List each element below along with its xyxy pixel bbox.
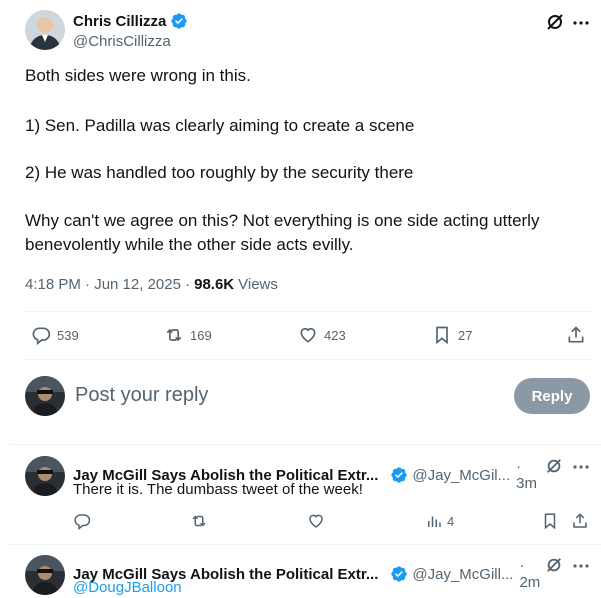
bookmark-icon (436, 326, 448, 345)
divider (25, 359, 590, 360)
reply-button[interactable]: Reply (514, 378, 590, 414)
reply-text: There it is. The dumbass tweet of the we… (73, 481, 363, 498)
reply-author-handle[interactable]: @Jay_McGil... (412, 467, 510, 484)
repost-icon[interactable] (190, 512, 208, 530)
heart-icon (300, 327, 316, 343)
like-action[interactable]: 423 (298, 325, 346, 345)
bookmark-icon[interactable] (541, 512, 559, 530)
bookmark-count: 27 (458, 327, 473, 343)
author-name[interactable]: Chris Cillizza (73, 13, 166, 30)
grok-icon[interactable] (545, 556, 563, 574)
heart-icon[interactable] (307, 512, 325, 530)
reply-author-avatar[interactable] (25, 555, 65, 595)
divider (25, 311, 590, 312)
reply-time[interactable]: · 3m (516, 458, 543, 492)
tweet-line-3: 2) He was handled too roughly by the sec… (25, 163, 414, 182)
verified-badge-icon (390, 466, 408, 484)
divider (10, 444, 601, 445)
reply-action[interactable]: 539 (31, 325, 79, 345)
reply-count: 539 (57, 327, 79, 343)
views-action[interactable]: 4 (425, 512, 454, 530)
like-count: 423 (324, 327, 346, 343)
tweet-line-4: Why can't we agree on this? Not everythi… (25, 211, 540, 230)
tweet-line-2: 1) Sen. Padilla was clearly aiming to cr… (25, 116, 415, 135)
views-label: Views (238, 276, 278, 293)
share-icon[interactable] (566, 325, 586, 345)
share-icon[interactable] (571, 512, 589, 530)
reply-author-handle[interactable]: @Jay_McGill... (412, 566, 513, 583)
reply-time[interactable]: · 2m (519, 557, 543, 591)
views-count: 98.6K (194, 276, 235, 293)
divider (10, 544, 601, 545)
reply-icon (32, 327, 51, 345)
grok-icon[interactable] (545, 12, 565, 32)
verified-badge-icon (170, 12, 188, 30)
author-avatar[interactable] (25, 10, 65, 50)
more-options-icon[interactable] (572, 557, 590, 575)
more-options-icon[interactable] (572, 458, 590, 476)
reply-input[interactable]: Post your reply (75, 384, 208, 407)
author-handle[interactable]: @ChrisCillizza (73, 33, 171, 50)
tweet-line-5: benevolently while the other side acts e… (25, 235, 354, 254)
repost-count: 169 (190, 327, 212, 343)
reply-view-count: 4 (447, 513, 455, 529)
repost-action[interactable]: 169 (164, 325, 212, 345)
mention-link[interactable]: @DougJBalloon (73, 578, 182, 598)
tweet-line-1: Both sides were wrong in this. (25, 66, 251, 85)
analytics-icon (428, 516, 441, 527)
current-user-avatar[interactable] (25, 376, 65, 416)
reply-author-avatar[interactable] (25, 456, 65, 496)
repost-icon (166, 328, 182, 342)
reply-icon[interactable] (73, 512, 91, 530)
bookmark-action[interactable]: 27 (432, 325, 472, 345)
verified-badge-icon (390, 565, 408, 583)
tweet-timestamp[interactable]: 4:18 PM · Jun 12, 2025 · (25, 276, 190, 293)
grok-icon[interactable] (545, 457, 563, 475)
more-options-icon[interactable] (572, 14, 590, 32)
